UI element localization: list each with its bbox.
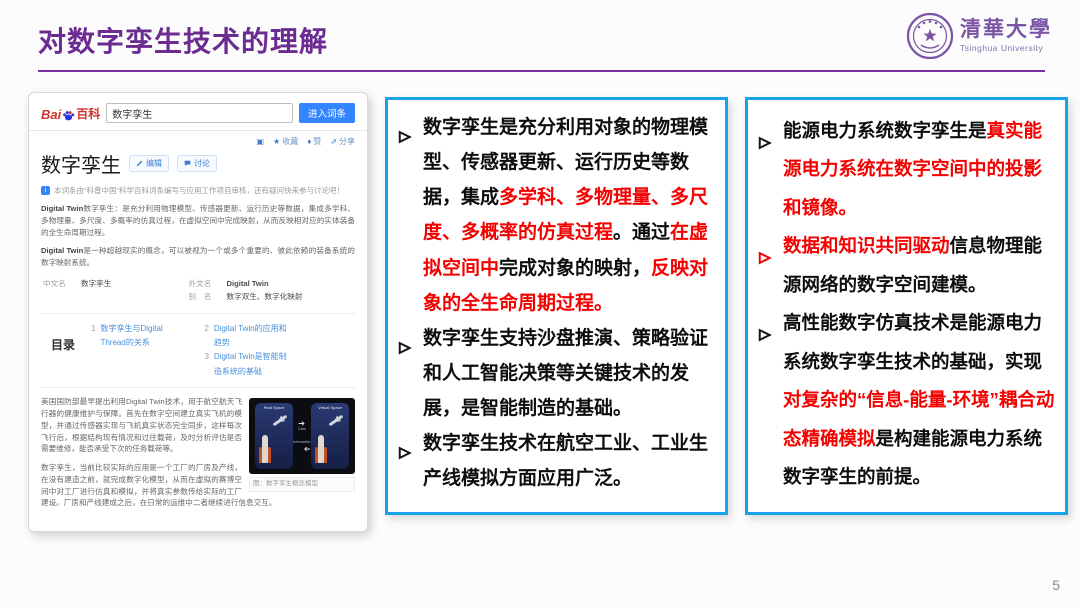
- energy-power-twin-box: 能源电力系统数字孪生是真实能源电力系统在数字空间中的投影和镜像。数据和知识共同驱…: [745, 97, 1068, 515]
- bullet-item: 能源电力系统数字孪生是真实能源电力系统在数字空间中的投影和镜像。: [754, 112, 1059, 227]
- toc-label: 目录: [51, 336, 75, 380]
- pencil-icon: [136, 160, 143, 167]
- divider: [29, 130, 367, 131]
- comment-icon: [184, 160, 191, 167]
- bullet-item: 数据和知识共同驱动信息物理能源网络的数字空间建模。: [754, 227, 1059, 304]
- baike-screenshot-card: Bai 百科 进入词条 ▣ ★收藏 ♦赞 ⇗分享 数字孪生 编辑 讨论 i 本词…: [28, 92, 368, 532]
- real-virtual-space-image: Real Space ➔Data ➔Information Virtual Sp…: [249, 398, 355, 474]
- like-button[interactable]: ♦赞: [307, 136, 321, 147]
- infobox-row: 别 名 数字双生、数字化映射: [189, 291, 353, 304]
- bullet-item: 数字孪生技术在航空工业、工业生产线模拟方面应用广泛。: [394, 426, 717, 496]
- bullet-arrow-icon: [758, 125, 772, 163]
- bullet-arrow-icon: [398, 121, 412, 156]
- entry-title: 数字孪生: [41, 149, 121, 178]
- info-badge-icon: i: [41, 186, 50, 195]
- edit-button[interactable]: 编辑: [129, 155, 169, 172]
- arrow-right-icon: ➔Data: [298, 420, 305, 432]
- baidu-baike-logo: Bai 百科: [41, 105, 100, 122]
- share-button[interactable]: ⇗分享: [330, 136, 355, 147]
- thumb-up-icon: ♦: [307, 137, 311, 146]
- bullet-text-segment: 数据和知识共同驱动: [783, 235, 950, 256]
- app-icon[interactable]: ▣: [256, 137, 264, 146]
- real-space-panel: Real Space: [255, 403, 293, 469]
- toc-link[interactable]: 3 Digital Twin是智能制造系统的基础: [204, 350, 291, 379]
- rocket-graphic: [318, 435, 324, 463]
- baidu-paw-icon: [62, 109, 75, 122]
- bullet-text-segment: 高性能数字仿真技术是能源电力系统数字孪生技术的基础，实现: [783, 312, 1042, 371]
- discuss-button[interactable]: 讨论: [177, 155, 217, 172]
- bullet-item: 数字孪生支持沙盘推演、策略验证和人工智能决策等关键技术的发展，是智能制造的基础。: [394, 321, 717, 426]
- data-flow-arrows: ➔Data ➔Information: [295, 398, 309, 474]
- bullet-text-segment: 。通过: [613, 222, 670, 243]
- enter-entry-button[interactable]: 进入词条: [299, 103, 355, 123]
- baike-searchbar: Bai 百科 进入词条: [41, 103, 355, 123]
- bullet-text-segment: 完成对象的映射，: [499, 258, 651, 279]
- tsinghua-name-zh: 清華大學: [960, 19, 1052, 40]
- page-number: 5: [1052, 577, 1060, 593]
- tsinghua-name-en: Tsinghua University: [960, 44, 1052, 53]
- figure-caption: 图：数字孪生概念模型: [249, 477, 355, 491]
- bullet-item: 数字孪生是充分利用对象的物理模型、传感器更新、运行历史等数据，集成多学科、多物理…: [394, 110, 717, 321]
- bullet-arrow-icon: [398, 332, 412, 367]
- bullet-arrow-icon: [758, 240, 772, 278]
- bullet-arrow-icon: [398, 437, 412, 472]
- entry-toc: 目录 1 数字孪生与Digital Thread的关系 2 Digital Tw…: [41, 313, 355, 389]
- share-icon: ⇗: [330, 137, 337, 146]
- entry-notice: i 本词条由“科普中国”科学百科词条编写与应用工作项目审核，还有疑问快来参与讨论…: [41, 185, 355, 196]
- search-input[interactable]: [106, 103, 293, 123]
- bullet-text-segment: 数字孪生支持沙盘推演、策略验证和人工智能决策等关键技术的发展，是智能制造的基础。: [423, 328, 708, 419]
- entry-paragraph-1: Digital Twin数字孪生：是充分利用物理模型、传感器更新、运行历史等数据…: [41, 203, 355, 238]
- entry-body: Real Space ➔Data ➔Information Virtual Sp…: [41, 396, 355, 509]
- jet-graphic: [273, 415, 288, 427]
- digital-twin-definition-box: 数字孪生是充分利用对象的物理模型、传感器更新、运行历史等数据，集成多学科、多物理…: [385, 97, 728, 515]
- infobox-row: 外文名 Digital Twin: [189, 278, 353, 291]
- digital-twin-figure: Real Space ➔Data ➔Information Virtual Sp…: [249, 398, 355, 491]
- baike-logo-text: 百科: [76, 105, 100, 122]
- jet-graphic: [329, 415, 344, 427]
- bullet-text-segment: 能源电力系统数字孪生是: [783, 120, 987, 141]
- arrow-left-icon: ➔Information: [293, 441, 311, 453]
- page-title: 对数字孪生技术的理解: [38, 20, 328, 60]
- rocket-graphic: [262, 435, 268, 463]
- tsinghua-emblem-icon: [906, 12, 954, 60]
- collect-button[interactable]: ★收藏: [273, 136, 298, 147]
- toc-link[interactable]: 2 Digital Twin的应用和趋势: [204, 322, 291, 351]
- tsinghua-logo: 清華大學 Tsinghua University: [906, 12, 1052, 60]
- bullet-arrow-icon: [758, 317, 772, 355]
- virtual-space-panel: Virtual Space: [311, 403, 349, 469]
- entry-paragraph-2: Digital Twin是一种超越现实的概念，可以被视为一个或多个重要的、彼此依…: [41, 245, 355, 269]
- bullet-item: 高性能数字仿真技术是能源电力系统数字孪生技术的基础，实现对复杂的“信息-能量-环…: [754, 304, 1059, 496]
- bullet-text-segment: 数字孪生技术在航空工业、工业生产线模拟方面应用广泛。: [423, 433, 708, 489]
- star-icon: ★: [273, 137, 280, 146]
- entry-infobox: 中文名 数字孪生 外文名 Digital Twin 别 名 数字双生、数字化映射: [43, 278, 353, 304]
- infobox-row: 中文名 数字孪生: [43, 278, 175, 291]
- baidu-logo-text: Bai: [41, 107, 61, 122]
- title-underline: [38, 70, 1045, 72]
- toc-link[interactable]: 1 数字孪生与Digital Thread的关系: [91, 322, 178, 351]
